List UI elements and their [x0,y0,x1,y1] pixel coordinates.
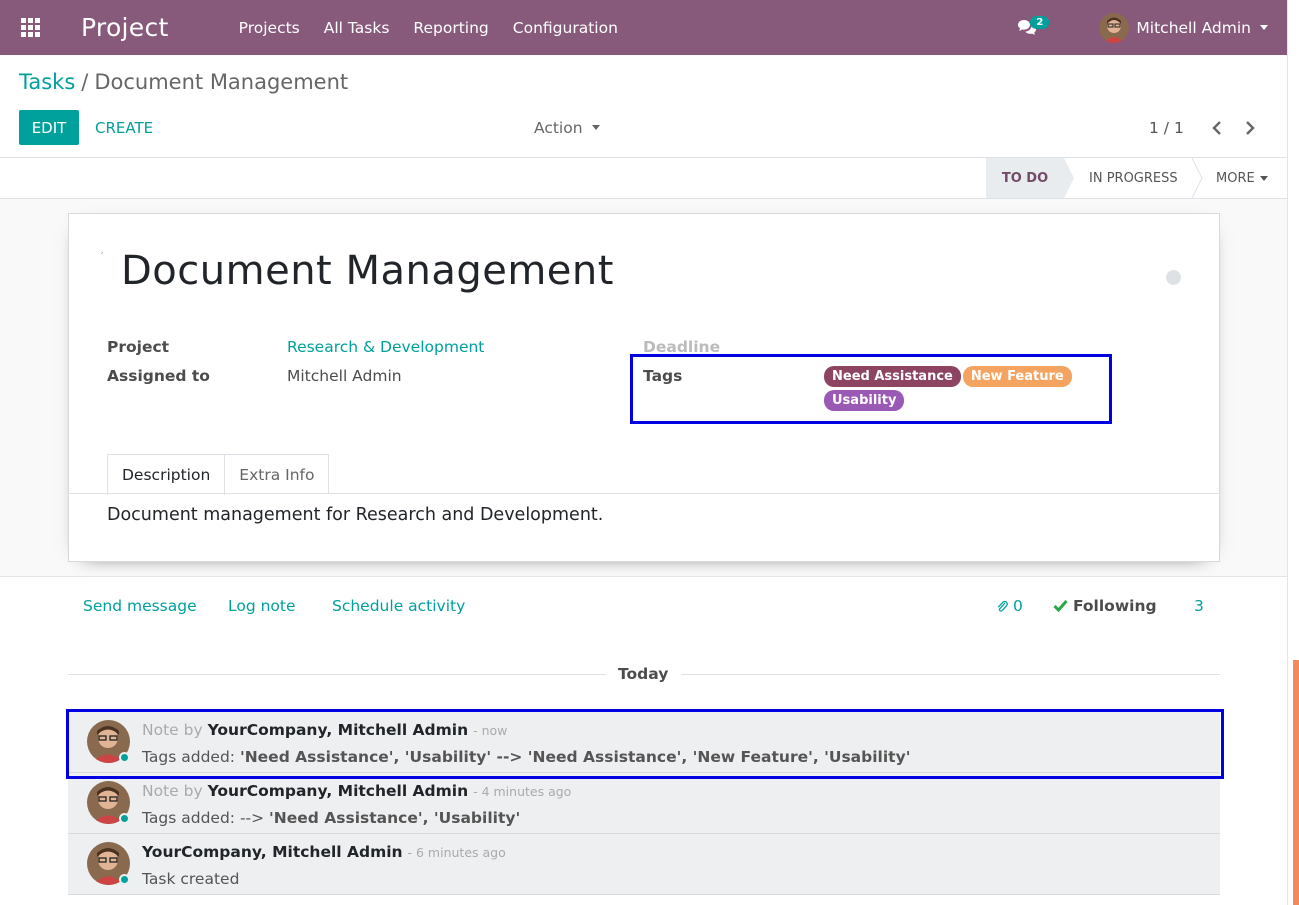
menu-item-projects[interactable]: Projects [227,19,312,37]
main-menu: Projects All Tasks Reporting Configurati… [227,19,630,37]
chevron-down-icon [1260,25,1268,30]
app-brand[interactable]: Project [81,13,169,42]
description-text[interactable]: Document management for Research and Dev… [107,505,603,525]
online-status-icon [119,874,130,885]
chevron-left-icon [1212,120,1221,135]
chevron-down-icon [591,125,600,130]
message-body-values: 'Need Assistance', 'Usability' [269,809,521,827]
top-navbar: Project Projects All Tasks Reporting Con… [0,0,1287,55]
action-label: Action [534,118,583,137]
following-label: Following [1072,597,1157,615]
stage-more-label: MORE [1216,170,1255,186]
chevron-down-icon [1259,175,1268,181]
message-header: YourCompany, Mitchell Admin - 6 minutes … [142,843,506,861]
send-message-button[interactable]: Send message [83,597,197,615]
message-time: - 6 minutes ago [407,845,506,860]
attachments-button[interactable]: 0 [996,597,1023,615]
following-button[interactable]: Following [1053,597,1157,615]
breadcrumb: Tasks / Document Management [19,70,348,94]
menu-item-configuration[interactable]: Configuration [501,19,630,37]
online-status-icon [119,813,130,824]
log-note-button[interactable]: Log note [228,597,296,615]
page-title[interactable]: Document Management [121,248,614,294]
project-label: Project [107,338,170,356]
message-highlight-box [66,709,1224,779]
priority-star-icon[interactable]: ´ [99,252,104,263]
check-icon [1053,600,1068,613]
followers-button[interactable]: 3 [1194,597,1204,615]
date-divider-left [68,674,606,675]
chatter-message: YourCompany, Mitchell Admin - 6 minutes … [68,834,1220,895]
message-author[interactable]: YourCompany, Mitchell Admin [142,843,403,861]
apps-menu-button[interactable] [0,0,60,55]
menu-item-reporting[interactable]: Reporting [401,19,500,37]
breadcrumb-separator: / [81,70,89,94]
scrollbar-thumb[interactable] [1293,660,1299,905]
stage-in-progress[interactable]: IN PROGRESS [1089,158,1178,198]
menu-item-all-tasks[interactable]: All Tasks [312,19,402,37]
user-name: Mitchell Admin [1136,18,1251,37]
breadcrumb-tasks-link[interactable]: Tasks [19,70,75,94]
stage-separator-icon [1191,158,1203,198]
notebook-tabs: Description Extra Info [107,454,330,495]
project-field[interactable]: Research & Development [287,338,484,356]
date-divider-right [681,674,1220,675]
tabs-divider [69,493,1219,494]
stage-more-dropdown[interactable]: MORE [1216,158,1268,198]
navbar-right: 2 Mitchell Admin [1007,0,1287,55]
tab-description[interactable]: Description [107,454,226,495]
attachments-count: 0 [1012,597,1023,615]
avatar [1099,12,1130,43]
assigned-to-label: Assigned to [107,367,210,385]
chevron-right-icon [1246,120,1255,135]
assigned-to-field[interactable]: Mitchell Admin [287,367,402,385]
tab-extra-info[interactable]: Extra Info [225,454,330,494]
breadcrumb-current: Document Management [94,70,349,94]
tags-highlight-box [630,354,1112,424]
apps-grid-icon [20,18,40,37]
user-menu[interactable]: Mitchell Admin [1099,12,1268,43]
message-header: Note by YourCompany, Mitchell Admin - 4 … [142,782,571,800]
message-body: Tags added: --> 'Need Assistance', 'Usab… [142,809,520,827]
kanban-state-icon[interactable] [1166,270,1181,285]
message-type: Note by [142,782,203,800]
action-dropdown[interactable]: Action [534,110,600,145]
stage-todo[interactable]: TO DO [986,158,1074,198]
create-button[interactable]: CREATE [95,110,153,145]
pager-value[interactable]: 1 / 1 [1149,110,1184,145]
pager-previous-button[interactable] [1210,110,1224,145]
statusbar: TO DO IN PROGRESS MORE [0,158,1287,199]
pager-next-button[interactable] [1243,110,1257,145]
message-body: Task created [142,870,240,888]
message-time: - 4 minutes ago [473,784,572,799]
messages-count-badge: 2 [1030,16,1050,29]
schedule-activity-button[interactable]: Schedule activity [332,597,465,615]
messaging-button[interactable]: 2 [1007,0,1050,55]
edit-button[interactable]: EDIT [19,110,79,145]
paperclip-icon [997,600,1008,612]
message-author[interactable]: YourCompany, Mitchell Admin [208,782,469,800]
chatter-message: Note by YourCompany, Mitchell Admin - 4 … [68,773,1220,834]
date-separator: Today [618,665,669,683]
message-body-text: Tags added: --> [142,809,270,827]
